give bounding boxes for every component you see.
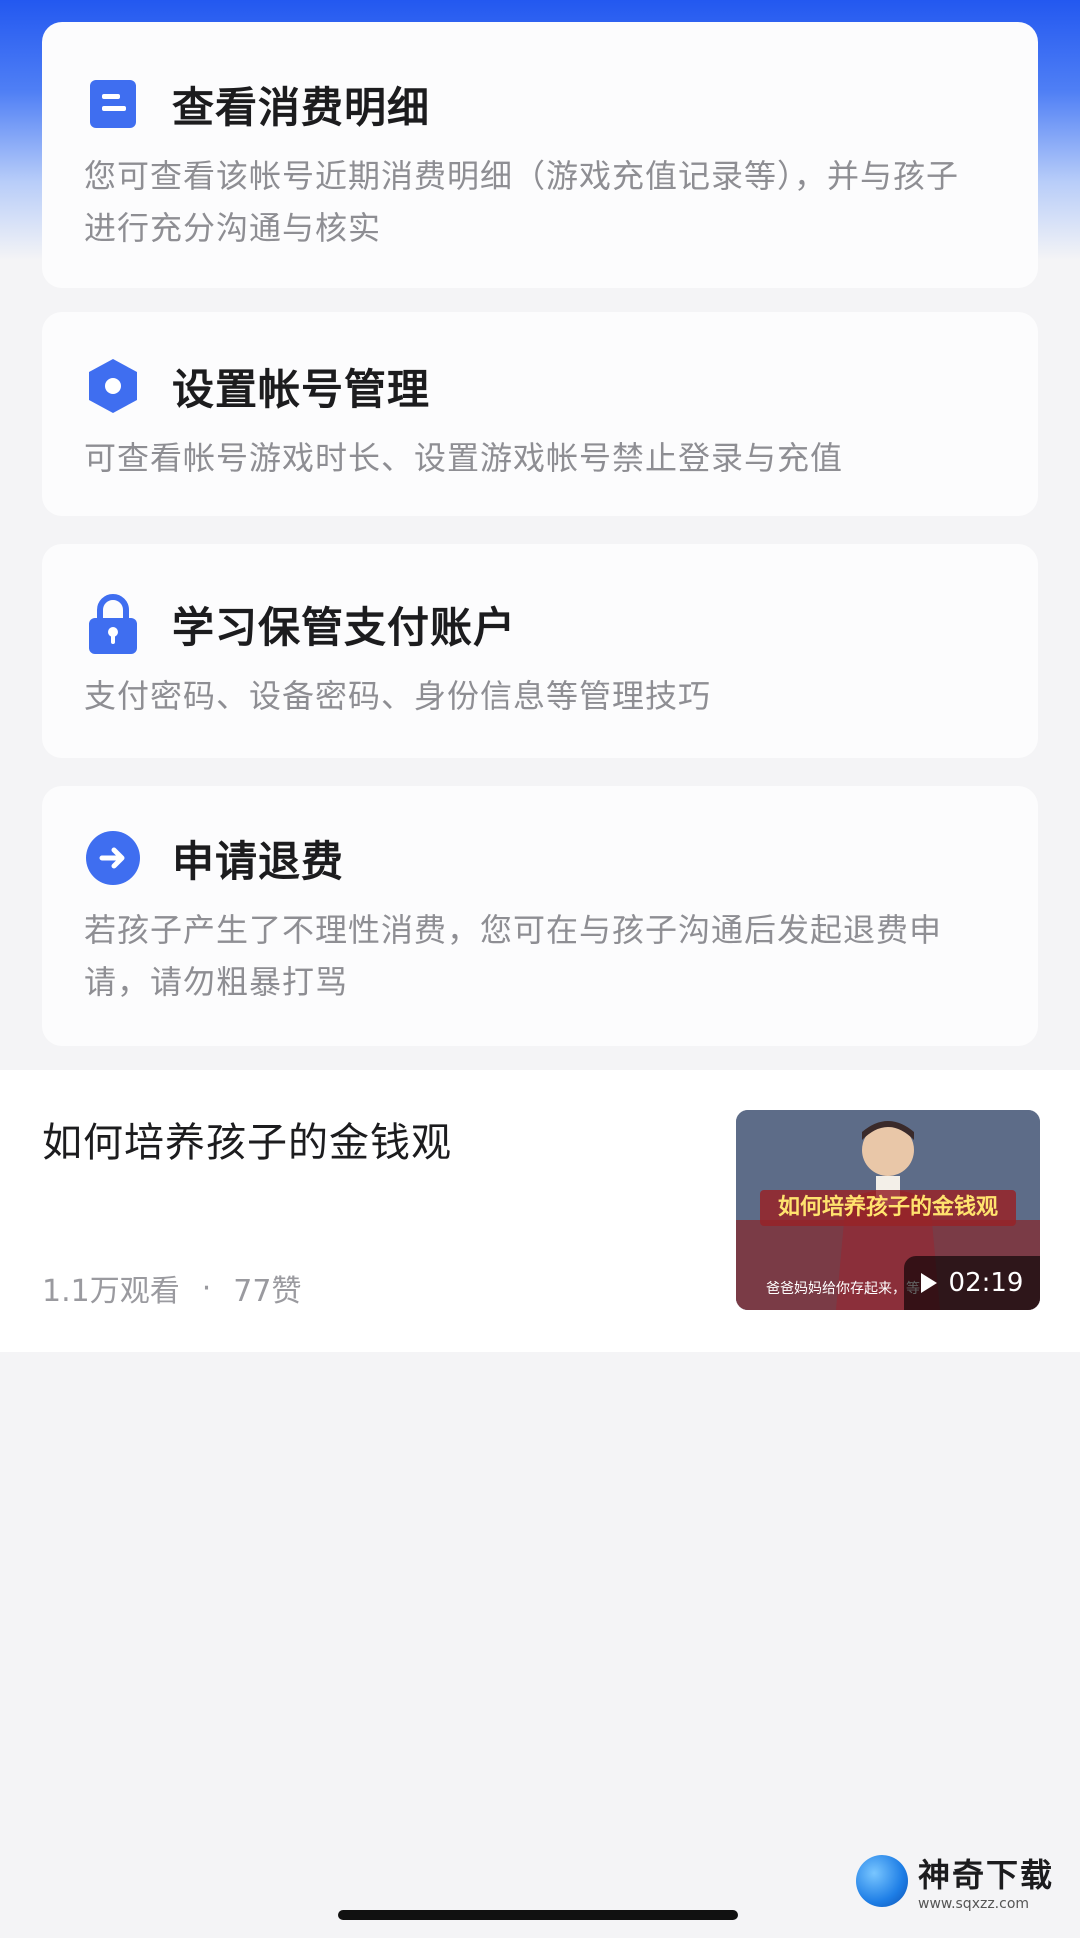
watermark-text: 神奇下载 www.sqxzz.com	[918, 1850, 1054, 1912]
article-title[interactable]: 如何培养孩子的金钱观	[42, 1110, 452, 1168]
card-description: 若孩子产生了不理性消费，您可在与孩子沟通后发起退费申请，请勿粗暴打骂	[84, 911, 943, 1001]
refund-request-card[interactable]: 申请退费 若孩子产生了不理性消费，您可在与孩子沟通后发起退费申请，请勿粗暴打骂	[42, 786, 1038, 1046]
watermark: 神奇下载 www.sqxzz.com	[856, 1850, 1054, 1912]
card-description: 可查看帐号游戏时长、设置游戏帐号禁止登录与充值	[84, 439, 844, 477]
arrow-right-circle-icon	[84, 829, 142, 887]
home-indicator[interactable]	[338, 1910, 738, 1920]
card-title: 申请退费	[172, 836, 345, 886]
lock-icon	[84, 594, 142, 654]
document-icon	[84, 75, 142, 133]
card-title: 设置帐号管理	[172, 364, 431, 414]
account-management-card[interactable]: 设置帐号管理 可查看帐号游戏时长、设置游戏帐号禁止登录与充值	[42, 312, 1038, 516]
video-thumbnail[interactable]: 如何培养孩子的金钱观 爸爸妈妈给你存起来，等 02:19	[736, 1110, 1040, 1310]
article-meta: 1.1万观看 · 77赞	[42, 1266, 301, 1310]
video-duration-badge: 02:19	[904, 1256, 1040, 1310]
card-description: 您可查看该帐号近期消费明细（游戏充值记录等），并与孩子进行充分沟通与核实	[84, 157, 960, 247]
video-article-item[interactable]: 如何培养孩子的金钱观 1.1万观看 · 77赞 如何培养孩子的金钱观 爸爸妈妈给…	[0, 1070, 1080, 1352]
watermark-name: 神奇下载	[918, 1856, 1055, 1894]
meta-separator: ·	[201, 1270, 212, 1306]
consumption-details-card[interactable]: 查看消费明细 您可查看该帐号近期消费明细（游戏充值记录等），并与孩子进行充分沟通…	[42, 22, 1038, 288]
card-header: 学习保管支付账户	[84, 592, 978, 656]
duration-text: 02:19	[948, 1268, 1024, 1298]
watermark-url: www.sqxzz.com	[918, 1896, 1030, 1912]
card-header: 查看消费明细	[84, 72, 978, 136]
thumbnail-subtitle: 爸爸妈妈给你存起来，等	[766, 1281, 920, 1297]
card-description: 支付密码、设备密码、身份信息等管理技巧	[84, 677, 712, 715]
hexagon-settings-icon	[84, 357, 142, 415]
payment-account-card[interactable]: 学习保管支付账户 支付密码、设备密码、身份信息等管理技巧	[42, 544, 1038, 758]
play-icon	[920, 1273, 937, 1293]
view-count: 1.1万观看	[42, 1274, 180, 1309]
card-title: 学习保管支付账户	[172, 602, 517, 652]
card-header: 申请退费	[84, 826, 978, 890]
thumbnail-caption: 如何培养孩子的金钱观	[760, 1190, 1016, 1226]
card-title: 查看消费明细	[172, 82, 431, 132]
watermark-logo-icon	[856, 1855, 908, 1907]
card-header: 设置帐号管理	[84, 354, 978, 418]
like-count: 77赞	[233, 1274, 302, 1309]
